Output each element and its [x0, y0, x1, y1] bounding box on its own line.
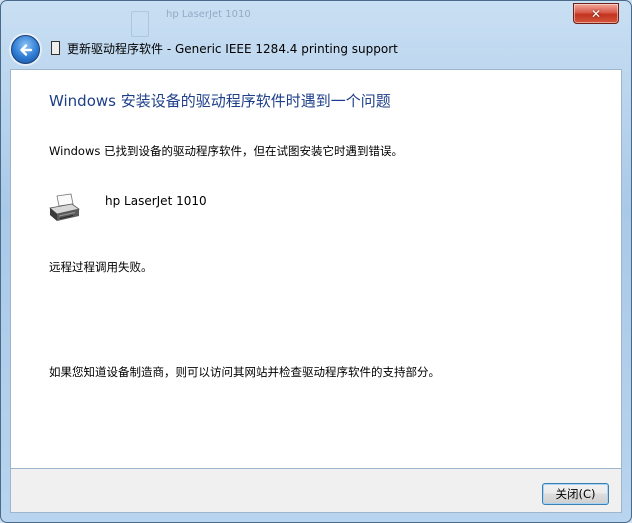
back-arrow-icon: [19, 43, 32, 56]
found-message: Windows 已找到设备的驱动程序软件，但在试图安装它时遇到错误。: [49, 144, 403, 158]
page-heading: Windows 安装设备的驱动程序软件时遇到一个问题: [49, 92, 391, 110]
background-window-icon: [131, 11, 149, 37]
footer-bar: 关闭(C): [10, 469, 622, 513]
content-pane: Windows 安装设备的驱动程序软件时遇到一个问题 Windows 已找到设备…: [10, 69, 622, 469]
help-message: 如果您知道设备制造商，则可以访问其网站并检查驱动程序软件的支持部分。: [49, 365, 440, 379]
close-icon: ✕: [590, 6, 602, 21]
close-button[interactable]: 关闭(C): [542, 483, 609, 505]
back-button[interactable]: [11, 35, 40, 64]
window-title-icon: [51, 41, 60, 55]
window-close-button[interactable]: ✕: [573, 3, 619, 24]
device-name: hp LaserJet 1010: [105, 194, 207, 208]
printer-icon: [49, 193, 80, 221]
background-window-text: hp LaserJet 1010: [166, 9, 251, 20]
dialog-window: hp LaserJet 1010 ✕ 更新驱动程序软件 - Generic IE…: [0, 0, 632, 523]
window-title: 更新驱动程序软件 - Generic IEEE 1284.4 printing …: [67, 42, 398, 56]
error-message: 远程过程调用失败。: [49, 260, 153, 274]
